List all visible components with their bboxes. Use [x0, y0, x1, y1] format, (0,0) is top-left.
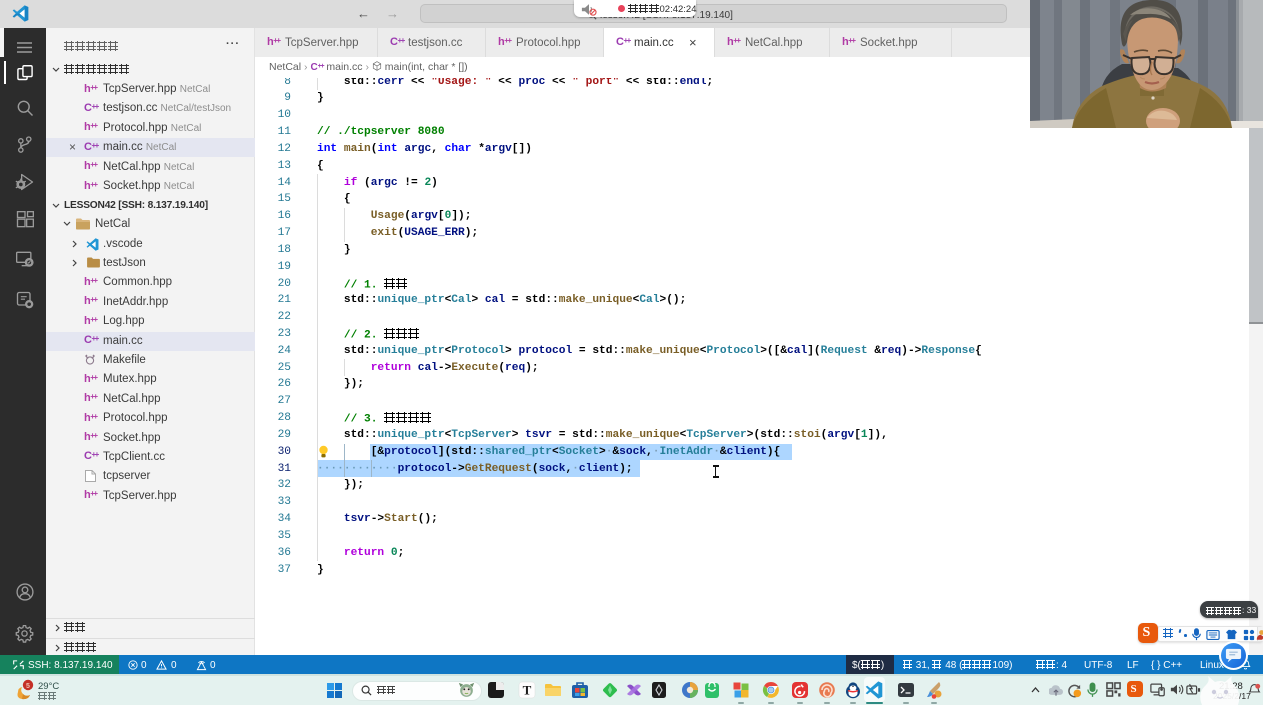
svg-text:T: T — [523, 683, 532, 698]
svg-text:5: 5 — [26, 683, 30, 690]
